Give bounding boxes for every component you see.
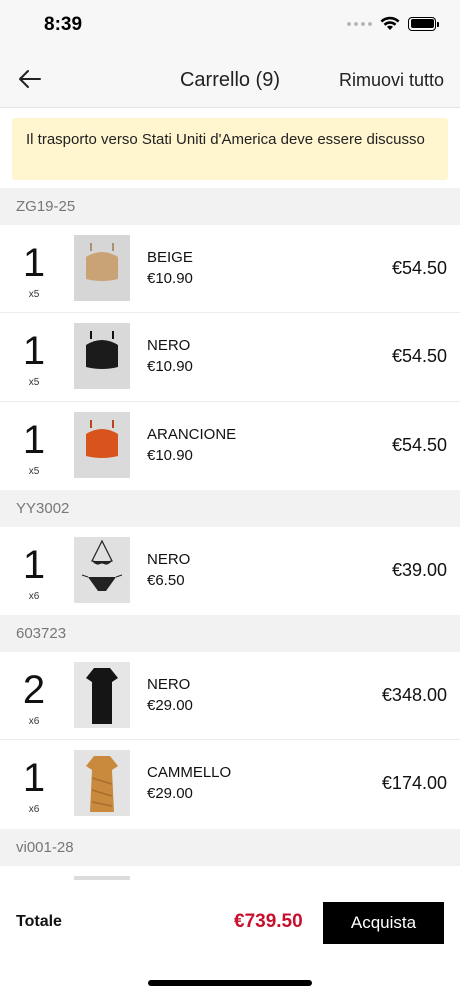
group-header: vi001-28 (0, 828, 460, 866)
item-total: €348.00 (381, 685, 447, 706)
item-multiplier: x6 (28, 716, 40, 728)
item-unit-price: €10.90 (147, 358, 193, 376)
buy-button[interactable]: Acquista (323, 902, 444, 944)
arrow-left-icon (19, 70, 41, 88)
item-unit-price: €10.90 (147, 270, 193, 287)
total-value: €739.50 (234, 911, 303, 932)
item-quantity: 2 (22, 668, 46, 713)
cart-item[interactable]: 1 x5 BEIGE €10.90 €54.50 (0, 225, 460, 314)
cart-item[interactable]: 1 x6 NERO €6.50 €39.00 (0, 526, 460, 616)
home-indicator[interactable] (148, 980, 312, 986)
group-header: ZG19-25 (0, 188, 460, 225)
item-multiplier: x5 (28, 377, 40, 389)
item-multiplier: x6 (28, 590, 40, 602)
product-thumbnail[interactable] (74, 662, 130, 729)
remove-all-button[interactable]: Rimuovi tutto (339, 70, 444, 91)
item-color: NERO (147, 550, 191, 568)
total-label: Totale (16, 913, 62, 930)
cart-item[interactable]: 1 x6 CAMMELLO €29.00 €174.00 (0, 740, 460, 829)
item-total: €39.00 (391, 559, 447, 580)
item-color: NERO (147, 337, 191, 355)
item-quantity: 1 (22, 542, 46, 587)
cart-item[interactable]: 2 x6 NERO €29.00 €348.00 (0, 652, 460, 741)
battery-icon (408, 16, 439, 31)
shipping-notice: Il trasporto verso Stati Uniti d'America… (12, 118, 448, 180)
product-thumbnail[interactable] (74, 411, 130, 478)
cart-list[interactable]: ZG19-25 1 x5 BEIGE €10.90 €54.50 1 x5 NE… (0, 188, 460, 880)
item-unit-price: €6.50 (147, 571, 185, 589)
item-total: €54.50 (391, 346, 447, 367)
item-total: €54.50 (391, 434, 447, 455)
product-thumbnail[interactable] (74, 235, 130, 301)
product-thumbnail[interactable] (74, 323, 130, 390)
group-header: 603723 (0, 615, 460, 653)
item-quantity: 1 (22, 241, 46, 285)
item-unit-price: €29.00 (147, 697, 193, 715)
item-unit-price: €10.90 (147, 446, 193, 464)
item-color: BEIGE (147, 249, 193, 266)
checkout-footer: Totale €739.50 Acquista (0, 880, 460, 996)
signal-icon (347, 21, 372, 26)
nav-bar: Carrello (9) Rimuovi tutto (0, 50, 460, 108)
cart-item[interactable]: 1 x5 ARANCIONE €10.90 €54.50 (0, 401, 460, 490)
wifi-icon (380, 16, 400, 30)
item-total: €174.00 (381, 773, 447, 794)
item-color: CAMMELLO (147, 764, 232, 782)
item-total: €54.50 (391, 258, 447, 278)
group-header: YY3002 (0, 489, 460, 527)
item-quantity: 1 (22, 417, 46, 462)
item-multiplier: x6 (28, 804, 40, 816)
item-multiplier: x5 (28, 465, 40, 477)
product-thumbnail[interactable] (74, 750, 130, 817)
status-bar: 8:39 (0, 0, 460, 50)
status-time: 8:39 (44, 14, 83, 35)
item-color: ARANCIONE (147, 425, 237, 443)
item-quantity: 1 (22, 756, 46, 801)
status-icons (347, 16, 439, 31)
cart-item[interactable]: 1 x5 NERO €10.90 €54.50 (0, 313, 460, 402)
item-color: NERO (147, 676, 191, 694)
cart-item[interactable]: 2 (0, 865, 460, 880)
product-thumbnail[interactable] (74, 536, 130, 603)
item-quantity: 1 (22, 329, 46, 374)
back-button[interactable] (16, 67, 44, 91)
item-unit-price: €29.00 (147, 785, 193, 803)
item-multiplier: x5 (28, 289, 40, 300)
